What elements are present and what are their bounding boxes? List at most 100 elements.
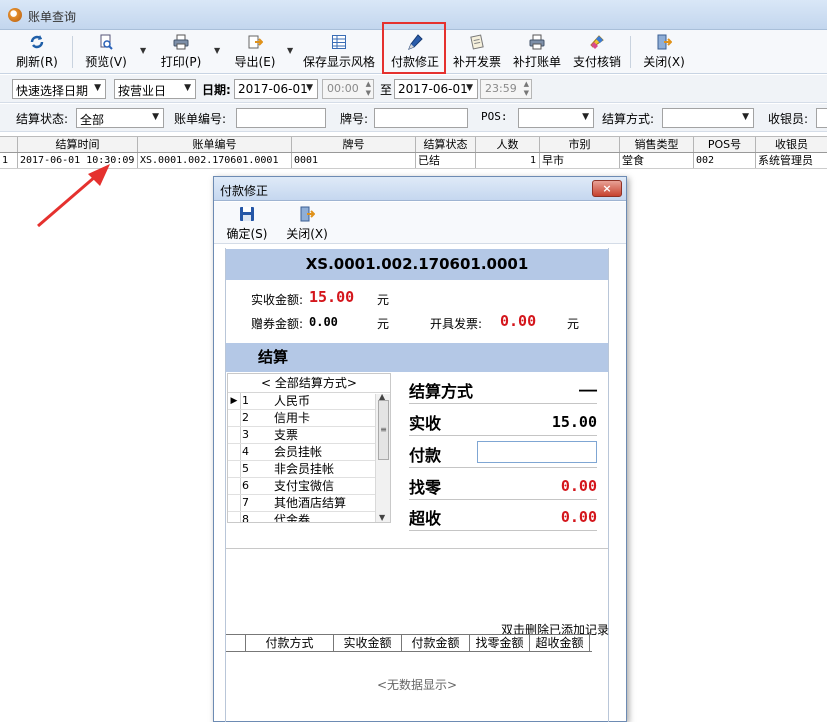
confirm-button[interactable]: 确定(S) xyxy=(224,204,270,244)
column-header[interactable]: 付款金额 xyxy=(402,635,470,651)
column-header[interactable]: 牌号 xyxy=(292,137,416,152)
refresh-icon xyxy=(30,35,44,49)
payment-method-list[interactable]: < 全部结算方式> ▶ 1 人民币 2 信用卡 3 支票 4 会员挂帐 5 非会员挂帐 6支… xyxy=(227,373,391,523)
status-label: 结算状态: xyxy=(16,112,69,126)
summary-change-value: 0.00 xyxy=(560,477,597,495)
chevron-down-icon: ▼ xyxy=(184,83,191,93)
invoice-value: 0.00 xyxy=(500,312,537,330)
status-dropdown[interactable]: 全部 ▼ xyxy=(76,108,164,128)
date-filter-bar: 快速选择日期 ▼ 按营业日 ▼ 日期: 2017-06-01 ▼ 00:00 ▲ ▼ 至 … xyxy=(0,75,827,103)
pos-dropdown[interactable]: ▼ xyxy=(518,108,594,128)
settlement-section-title: 结算 xyxy=(226,343,608,372)
list-item[interactable]: 2 信用卡 xyxy=(228,410,390,427)
close-button[interactable]: 关闭(X) xyxy=(640,32,688,72)
dialog-close-icon[interactable]: × xyxy=(592,180,622,197)
list-item[interactable]: ▶ 1 人民币 xyxy=(228,393,390,410)
export-dropdown-icon[interactable]: ▼ xyxy=(287,46,293,55)
chevron-down-icon: ▼ xyxy=(94,83,101,93)
column-header[interactable]: 人数 xyxy=(476,137,540,152)
chevron-down-icon: ▼ xyxy=(306,83,313,93)
empty-state-text: <无数据显示> xyxy=(376,678,458,692)
cashier-input[interactable] xyxy=(816,108,827,128)
date-from-picker[interactable]: 2017-06-01 ▼ xyxy=(234,79,318,99)
column-header[interactable]: POS号 xyxy=(694,137,756,152)
received-value: 15.00 xyxy=(309,288,355,306)
column-header[interactable]: 超收金额 xyxy=(530,635,590,651)
spinner-arrows-icon[interactable]: ▲ ▼ xyxy=(366,80,371,98)
summary-over-value: 0.00 xyxy=(560,508,597,526)
quick-date-dropdown[interactable]: 快速选择日期 ▼ xyxy=(12,79,106,99)
time-from-spinner[interactable]: 00:00 ▲ ▼ xyxy=(322,79,374,99)
eraser-icon xyxy=(590,35,604,49)
currency-label: 元 xyxy=(567,317,580,331)
save-style-button[interactable]: 保存显示风格 xyxy=(302,32,376,72)
window-title: 账单查询 xyxy=(28,10,77,24)
list-scrollbar[interactable]: ▲ ≡ ▼ xyxy=(375,392,390,522)
list-item[interactable]: 7 其他酒店结算 xyxy=(228,495,390,512)
list-item[interactable]: 5 非会员挂帐 xyxy=(228,461,390,478)
reprint-bill-button[interactable]: 补打账单 xyxy=(510,32,564,72)
bill-no-input[interactable] xyxy=(236,108,326,128)
exit-door-icon xyxy=(300,206,315,222)
divider xyxy=(226,548,608,549)
chevron-down-icon: ▼ xyxy=(582,112,589,122)
date-label: 日期: xyxy=(202,83,231,97)
toolbar-separator xyxy=(72,36,73,68)
summary-method-value: —— xyxy=(578,381,597,399)
spinner-arrows-icon[interactable]: ▲ ▼ xyxy=(524,80,529,98)
refresh-button[interactable]: 刷新(R) xyxy=(12,32,62,72)
cell-market: 早市 xyxy=(540,153,620,168)
print-dropdown-icon[interactable]: ▼ xyxy=(214,46,220,55)
column-header[interactable]: 结算时间 xyxy=(18,137,138,152)
currency-label: 元 xyxy=(377,317,390,331)
business-day-dropdown[interactable]: 按营业日 ▼ xyxy=(114,79,196,99)
list-item[interactable]: 8 代金券 xyxy=(228,512,390,522)
column-header[interactable]: 销售类型 xyxy=(620,137,694,152)
list-item[interactable]: 6 支付宝微信 xyxy=(228,478,390,495)
summary-actual-row: 实收 15.00 xyxy=(409,406,597,436)
list-item[interactable]: 3 支票 xyxy=(228,427,390,444)
cell-cashier: 系统管理员 xyxy=(758,154,813,167)
current-row-icon: ▶ xyxy=(228,393,241,409)
payment-writeoff-button[interactable]: 支付核销 xyxy=(570,32,624,72)
coupon-value: 0.00 xyxy=(309,315,338,329)
chevron-down-icon: ▼ xyxy=(742,112,749,122)
export-icon xyxy=(248,35,263,49)
table-row[interactable]: 1 2017-06-01 10:30:09 XS.0001.002.170601… xyxy=(0,153,827,169)
preview-button[interactable]: 预览(V) xyxy=(82,32,130,72)
export-button[interactable]: 导出(E) xyxy=(230,32,280,72)
list-item[interactable]: 4 会员挂帐 xyxy=(228,444,390,461)
pay-amount-input[interactable] xyxy=(477,441,597,463)
cell-sale-type: 堂食 xyxy=(620,153,694,168)
row-number: 1 xyxy=(0,153,18,168)
time-to-spinner[interactable]: 23:59 ▲ ▼ xyxy=(480,79,532,99)
column-header[interactable]: 收银员 xyxy=(756,137,827,152)
dialog-close-button[interactable]: 关闭(X) xyxy=(284,204,330,244)
date-to-picker[interactable]: 2017-06-01 ▼ xyxy=(394,79,478,99)
scrollbar-thumb[interactable]: ≡ xyxy=(378,400,389,460)
toolbar-separator xyxy=(630,36,631,68)
column-header[interactable]: 市别 xyxy=(540,137,620,152)
column-header[interactable]: 付款方式 xyxy=(246,635,334,651)
column-header[interactable]: 账单编号 xyxy=(138,137,292,152)
summary-pay-row: 付款 xyxy=(409,438,597,468)
column-header[interactable]: 实收金额 xyxy=(334,635,402,651)
column-header[interactable]: 找零金额 xyxy=(470,635,530,651)
preview-dropdown-icon[interactable]: ▼ xyxy=(140,46,146,55)
print-button[interactable]: 打印(P) xyxy=(156,32,206,72)
exit-door-icon xyxy=(657,34,672,50)
reissue-invoice-button[interactable]: 补开发票 xyxy=(450,32,504,72)
column-header[interactable]: 结算状态 xyxy=(416,137,476,152)
cell-bill-no: XS.0001.002.170601.0001 xyxy=(138,153,292,168)
table-layout-icon xyxy=(332,35,346,49)
dialog-content: XS.0001.002.170601.0001 实收金额: 15.00 元 赠券… xyxy=(225,248,609,722)
pay-method-dropdown[interactable]: ▼ xyxy=(662,108,754,128)
plate-input[interactable] xyxy=(374,108,468,128)
currency-label: 元 xyxy=(377,293,390,307)
received-label: 实收金额: xyxy=(251,293,304,307)
coupon-label: 赠券金额: xyxy=(251,317,304,331)
scroll-down-icon[interactable]: ▼ xyxy=(379,513,385,522)
row-indicator-header xyxy=(0,137,18,152)
payment-fix-dialog: 付款修正 × 确定(S) 关闭(X) XS.0001.002.170601.00… xyxy=(213,176,627,722)
payment-records-header: 付款方式 实收金额 付款金额 找零金额 超收金额 xyxy=(226,634,592,652)
